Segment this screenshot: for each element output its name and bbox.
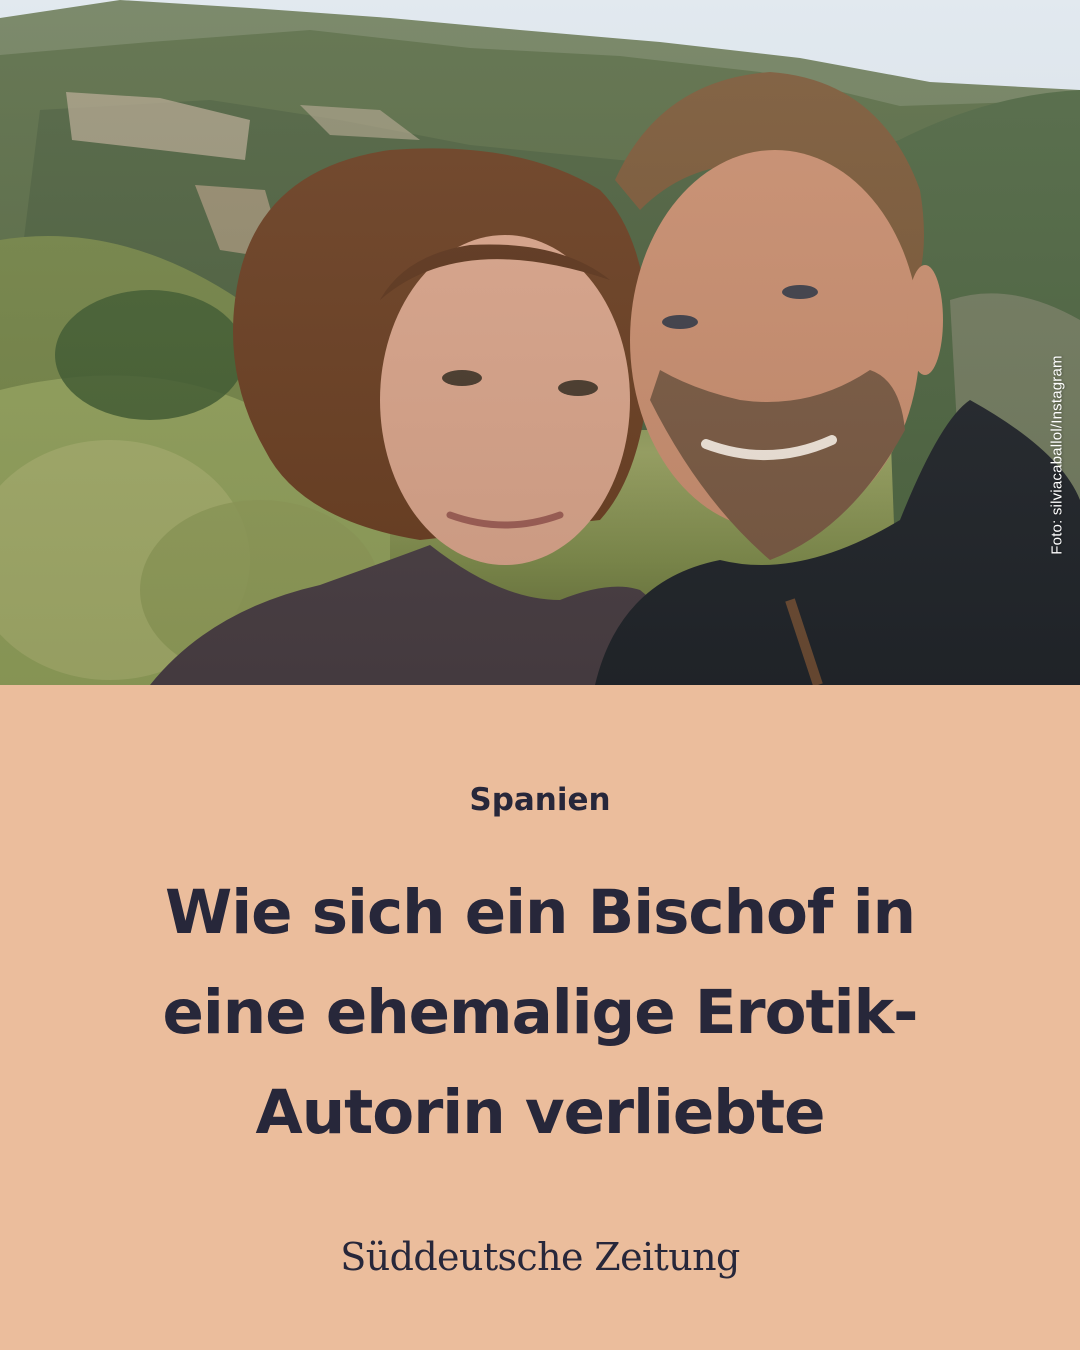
article-kicker: Spanien bbox=[469, 782, 611, 818]
headline-line: Autorin verliebte bbox=[255, 1077, 826, 1148]
header-photo: Foto: silviacaballol/Instagram bbox=[0, 0, 1080, 685]
article-card[interactable]: Spanien Wie sich ein Bischof in eine ehe… bbox=[0, 685, 1080, 1350]
photo-credit: Foto: silviacaballol/Instagram bbox=[1048, 355, 1066, 555]
headline-line: Wie sich ein Bischof in bbox=[164, 877, 916, 948]
article-headline[interactable]: Wie sich ein Bischof in eine ehemalige E… bbox=[60, 863, 1020, 1163]
photo-illustration bbox=[0, 0, 1080, 685]
headline-line: eine ehemalige Erotik- bbox=[162, 977, 919, 1048]
publisher-logo: Süddeutsche Zeitung bbox=[340, 1235, 740, 1279]
